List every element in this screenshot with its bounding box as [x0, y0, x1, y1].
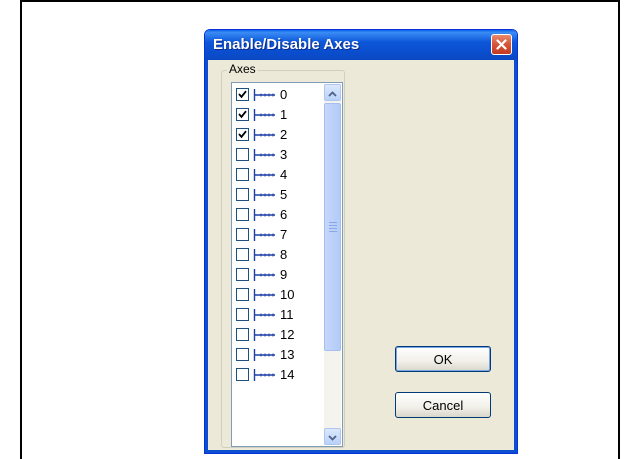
axis-label: 13 — [280, 347, 295, 362]
title-bar[interactable]: Enable/Disable Axes — [205, 30, 517, 60]
axis-icon — [253, 108, 277, 127]
axis-checkbox[interactable] — [236, 148, 249, 161]
axis-checkbox[interactable] — [236, 128, 249, 141]
axis-label: 5 — [280, 187, 288, 202]
axis-icon — [253, 128, 277, 147]
axis-label: 12 — [280, 327, 295, 342]
close-icon — [496, 39, 507, 50]
axis-list-item[interactable]: 2 — [234, 126, 320, 146]
axis-list-item[interactable]: 12 — [234, 326, 320, 346]
cancel-button[interactable]: Cancel — [395, 392, 491, 418]
axis-label: 1 — [280, 107, 288, 122]
chevron-down-icon — [328, 428, 337, 446]
axis-list-item[interactable]: 5 — [234, 186, 320, 206]
vertical-scrollbar[interactable] — [324, 84, 341, 445]
axis-icon — [253, 208, 277, 227]
checkmark-icon — [238, 110, 247, 119]
axis-icon — [253, 248, 277, 267]
axis-icon — [253, 348, 277, 367]
axis-checkbox[interactable] — [236, 208, 249, 221]
window-border-left — [205, 60, 208, 453]
axis-checkbox[interactable] — [236, 88, 249, 101]
axis-icon — [253, 288, 277, 307]
axis-label: 9 — [280, 267, 288, 282]
axis-list-item[interactable]: 9 — [234, 266, 320, 286]
axis-checkbox[interactable] — [236, 268, 249, 281]
thumb-grip-line — [329, 225, 337, 226]
axis-list-item[interactable]: 3 — [234, 146, 320, 166]
checkmark-icon — [238, 130, 247, 139]
axis-list-item[interactable]: 7 — [234, 226, 320, 246]
axis-icon — [253, 328, 277, 347]
window-border-bottom — [205, 450, 517, 453]
axis-icon — [253, 168, 277, 187]
ok-button[interactable]: OK — [395, 346, 491, 372]
axis-checkbox[interactable] — [236, 168, 249, 181]
axis-checkbox[interactable] — [236, 248, 249, 261]
axis-icon — [253, 228, 277, 247]
axis-label: 0 — [280, 87, 288, 102]
axis-label: 7 — [280, 227, 288, 242]
axis-list-item[interactable]: 1 — [234, 106, 320, 126]
axis-label: 3 — [280, 147, 288, 162]
scroll-down-button[interactable] — [324, 428, 341, 445]
axis-checkbox[interactable] — [236, 188, 249, 201]
axis-label: 14 — [280, 367, 295, 382]
thumb-grip-line — [329, 222, 337, 223]
enable-disable-axes-dialog: Enable/Disable Axes Axes 0 1 2 3 4 5 6 7 8 9 10 11 1… — [204, 29, 518, 454]
scrollbar-thumb[interactable] — [324, 103, 341, 351]
axis-list-item[interactable]: 14 — [234, 366, 320, 386]
axis-list-item[interactable]: 0 — [234, 86, 320, 106]
axis-checkbox[interactable] — [236, 368, 249, 381]
axis-checkbox[interactable] — [236, 348, 249, 361]
axes-listbox[interactable]: 0 1 2 3 4 5 6 7 8 9 10 11 12 13 14 — [231, 82, 343, 447]
axis-icon — [253, 368, 277, 387]
axis-icon — [253, 188, 277, 207]
axes-group-label: Axes — [227, 62, 258, 76]
checkmark-icon — [238, 90, 247, 99]
axis-checkbox[interactable] — [236, 308, 249, 321]
axis-checkbox[interactable] — [236, 228, 249, 241]
axis-label: 11 — [280, 307, 294, 322]
axis-list-item[interactable]: 11 — [234, 306, 320, 326]
axis-icon — [253, 308, 277, 327]
axis-icon — [253, 88, 277, 107]
thumb-grip-line — [329, 231, 337, 232]
dialog-title: Enable/Disable Axes — [213, 36, 360, 53]
axis-list-item[interactable]: 4 — [234, 166, 320, 186]
axis-checkbox[interactable] — [236, 108, 249, 121]
axis-checkbox[interactable] — [236, 328, 249, 341]
axis-label: 4 — [280, 167, 288, 182]
close-button[interactable] — [491, 34, 512, 55]
axis-icon — [253, 148, 277, 167]
axis-list-item[interactable]: 13 — [234, 346, 320, 366]
axis-label: 8 — [280, 247, 288, 262]
axis-label: 10 — [280, 287, 295, 302]
axis-list-item[interactable]: 6 — [234, 206, 320, 226]
axis-list-item[interactable]: 10 — [234, 286, 320, 306]
axis-label: 6 — [280, 207, 288, 222]
axis-icon — [253, 268, 277, 287]
chevron-up-icon — [328, 84, 337, 102]
axis-list-item[interactable]: 8 — [234, 246, 320, 266]
window-border-right — [514, 60, 517, 453]
scroll-up-button[interactable] — [324, 84, 341, 101]
axis-label: 2 — [280, 127, 288, 142]
thumb-grip-line — [329, 228, 337, 229]
axis-checkbox[interactable] — [236, 288, 249, 301]
